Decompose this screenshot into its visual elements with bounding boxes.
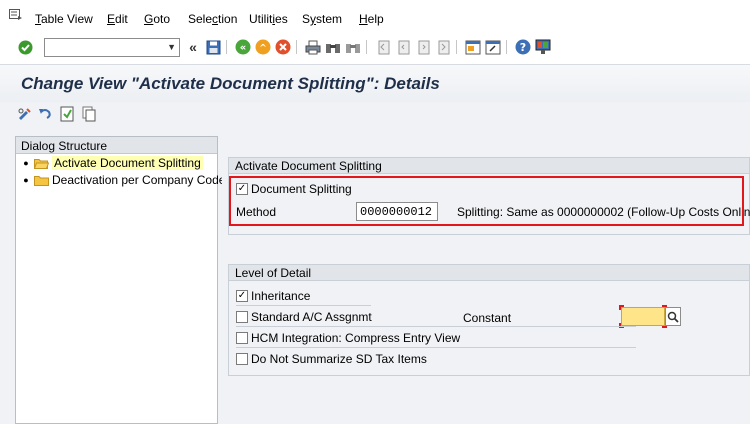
divider [236, 305, 371, 306]
standard-acct-label: Standard A/C Assgnmt [251, 310, 372, 324]
find-next-icon[interactable] [344, 38, 362, 56]
inheritance-label: Inheritance [251, 289, 311, 303]
toolbar-separator [366, 40, 367, 54]
exit-icon[interactable]: ^ [254, 38, 272, 56]
sd-tax-checkbox[interactable] [236, 353, 248, 365]
new-session-icon[interactable] [464, 38, 482, 56]
tree-item-deactivation-per-company-code[interactable]: ● Deactivation per Company Code [22, 172, 225, 188]
title-bar: Change View "Activate Document Splitting… [0, 64, 750, 102]
copy-icon[interactable] [80, 105, 98, 123]
hcm-checkbox[interactable] [236, 332, 248, 344]
menu-icon[interactable] [9, 9, 23, 21]
toolbar-separator [506, 40, 507, 54]
tree-bullet: ● [23, 158, 29, 168]
group-header: Activate Document Splitting [229, 158, 749, 174]
menu-system[interactable]: System [302, 12, 342, 26]
svg-text:?: ? [520, 41, 526, 54]
menu-selection[interactable]: Selection [188, 12, 237, 26]
sd-tax-checkbox-row[interactable]: Do Not Summarize SD Tax Items [236, 352, 427, 366]
collapse-command-icon[interactable]: « [184, 38, 202, 56]
chevron-down-icon[interactable]: ▼ [167, 42, 176, 52]
inheritance-checkbox[interactable]: ✓ [236, 290, 248, 302]
print-icon[interactable] [304, 38, 322, 56]
first-page-icon[interactable] [374, 38, 392, 56]
cancel-icon[interactable] [274, 38, 292, 56]
toolbar-separator [456, 40, 457, 54]
group-header: Level of Detail [229, 265, 749, 281]
last-page-icon[interactable] [434, 38, 452, 56]
save-icon[interactable] [204, 38, 222, 56]
menu-goto[interactable]: Goto [144, 12, 170, 26]
application-toolbar [0, 102, 750, 126]
folder-icon [34, 175, 49, 186]
menu-table-view[interactable]: Table View [35, 12, 93, 26]
constant-search-button[interactable] [665, 307, 681, 326]
find-icon[interactable] [324, 38, 342, 56]
display-change-icon[interactable] [16, 105, 34, 123]
standard-toolbar: ▼ « « ^ ? [0, 34, 750, 62]
menu-utilities[interactable]: Utilities [249, 12, 288, 26]
hcm-checkbox-row[interactable]: HCM Integration: Compress Entry View [236, 331, 460, 345]
back-icon[interactable]: « [234, 38, 252, 56]
sd-tax-label: Do Not Summarize SD Tax Items [251, 352, 427, 366]
shortcut-icon[interactable] [484, 38, 502, 56]
previous-page-icon[interactable] [394, 38, 412, 56]
standard-acct-checkbox[interactable] [236, 311, 248, 323]
tree-item-activate-document-splitting[interactable]: ● Activate Document Splitting [22, 155, 203, 171]
divider [236, 326, 636, 327]
tree-bullet: ● [23, 175, 29, 185]
dialog-structure-header: Dialog Structure [16, 137, 217, 154]
menu-edit[interactable]: Edit [107, 12, 128, 26]
undo-icon[interactable] [36, 105, 54, 123]
hcm-label: HCM Integration: Compress Entry View [251, 331, 461, 345]
toolbar-separator [296, 40, 297, 54]
command-field[interactable]: ▼ [44, 38, 180, 57]
select-block-icon[interactable] [58, 105, 76, 123]
tree-item-label: Activate Document Splitting [52, 156, 203, 170]
search-icon [667, 311, 679, 323]
tree-item-label: Deactivation per Company Code [52, 173, 226, 187]
enter-check-icon[interactable] [16, 38, 34, 56]
next-page-icon[interactable] [414, 38, 432, 56]
menu-bar: Table View Edit Goto Selection Utilities… [0, 0, 750, 34]
dialog-structure-panel: Dialog Structure ● Activate Document Spl… [15, 136, 225, 424]
constant-input[interactable] [621, 307, 665, 326]
open-folder-icon [34, 158, 49, 169]
svg-text:«: « [240, 43, 246, 54]
focus-corner [619, 305, 624, 310]
menu-help[interactable]: Help [359, 12, 384, 26]
divider [236, 347, 636, 348]
customize-layout-icon[interactable] [534, 38, 552, 56]
page-title: Change View "Activate Document Splitting… [21, 74, 440, 93]
standard-acct-checkbox-row[interactable]: Standard A/C Assgnmt [236, 310, 372, 324]
help-icon[interactable]: ? [514, 38, 532, 56]
constant-label: Constant [463, 311, 512, 325]
highlight-box [229, 176, 744, 226]
inheritance-checkbox-row[interactable]: ✓ Inheritance [236, 289, 310, 303]
toolbar-separator [226, 40, 227, 54]
svg-text:^: ^ [259, 44, 267, 54]
